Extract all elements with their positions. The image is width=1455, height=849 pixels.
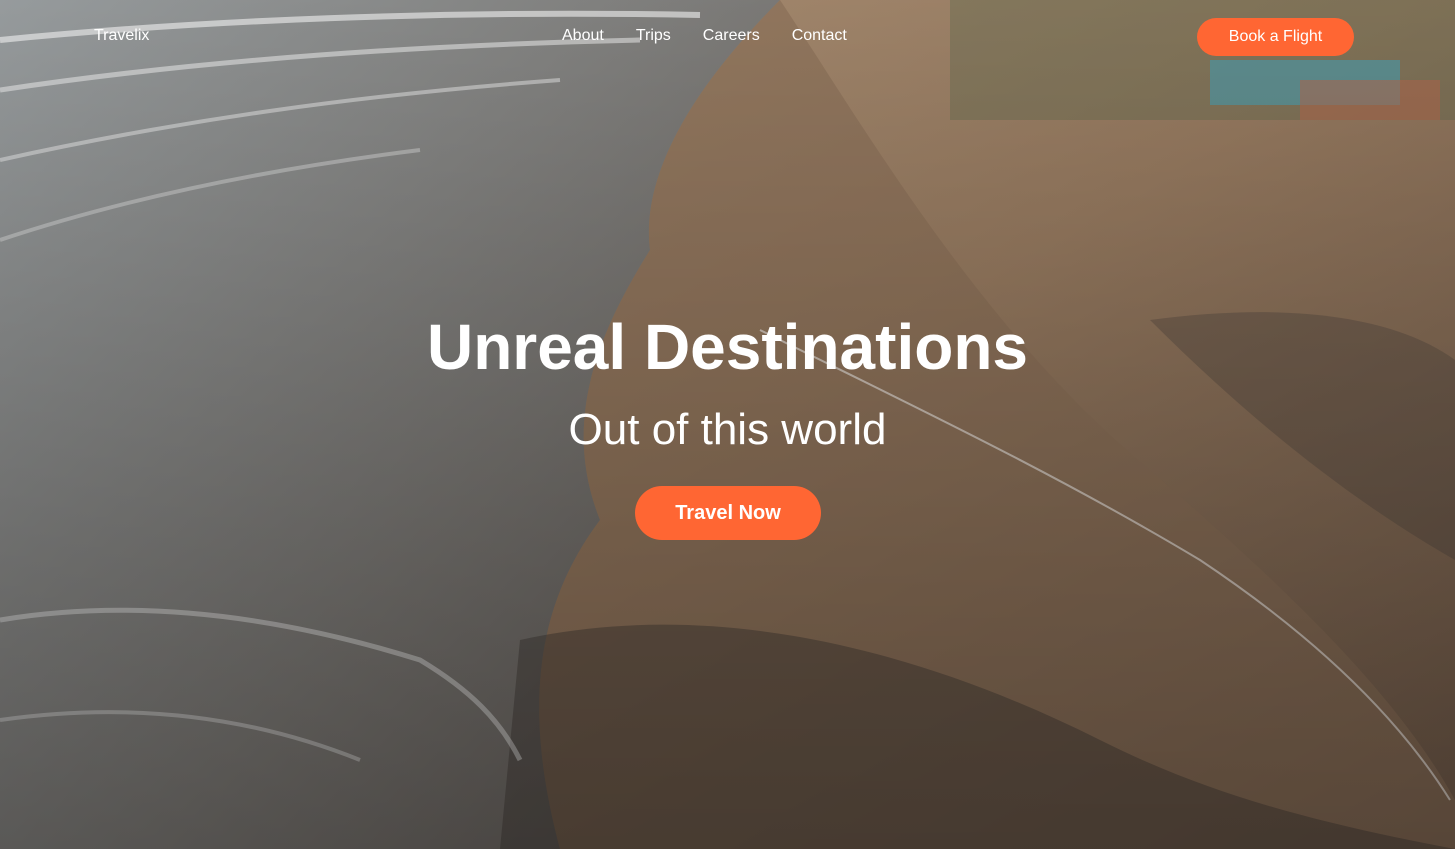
brand-logo[interactable]: Travelix: [94, 27, 149, 45]
top-navigation: Travelix About Trips Careers Contact Boo…: [0, 0, 1455, 72]
nav-link-about[interactable]: About: [562, 27, 604, 44]
nav-item-about: About: [562, 27, 604, 45]
travel-now-button[interactable]: Travel Now: [635, 486, 821, 540]
book-a-flight-button[interactable]: Book a Flight: [1197, 18, 1354, 56]
nav-link-careers[interactable]: Careers: [703, 27, 760, 44]
hero-section: Travelix About Trips Careers Contact Boo…: [0, 0, 1455, 849]
nav-item-trips: Trips: [636, 27, 671, 45]
nav-link-contact[interactable]: Contact: [792, 27, 847, 44]
hero-subtitle: Out of this world: [568, 405, 887, 454]
nav-link-trips[interactable]: Trips: [636, 27, 671, 44]
hero-title: Unreal Destinations: [426, 311, 1029, 383]
nav-item-contact: Contact: [792, 27, 847, 45]
nav-item-careers: Careers: [703, 27, 760, 45]
nav-links: About Trips Careers Contact: [562, 27, 847, 45]
